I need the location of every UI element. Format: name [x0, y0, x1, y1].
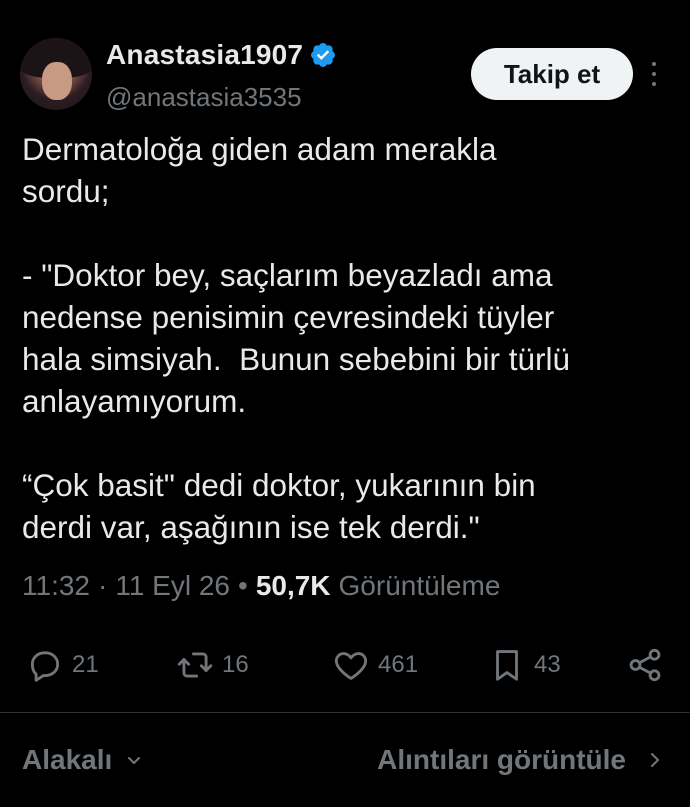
bookmark-icon [496, 650, 518, 681]
tweet-text: Dermatoloğa giden adam merakla sordu; - … [22, 131, 571, 545]
divider [0, 712, 690, 713]
meta-bullet: • [238, 570, 248, 601]
author-display-name[interactable]: Anastasia1907 [106, 39, 303, 71]
avatar-face [42, 62, 72, 100]
like-button[interactable]: 461 [332, 640, 418, 690]
author-name-row: Anastasia1907 [106, 38, 337, 72]
tweet-time[interactable]: 11:32 [22, 570, 90, 602]
view-quotes-link[interactable]: Alıntıları görüntüle [377, 744, 664, 776]
reply-button[interactable]: 21 [26, 640, 99, 690]
views-count[interactable]: 50,7K [256, 570, 331, 602]
share-button[interactable] [626, 640, 664, 690]
repost-count: 16 [222, 651, 249, 678]
repost-icon [177, 652, 213, 678]
reply-icon [30, 651, 60, 682]
sort-label: Alakalı [22, 744, 113, 775]
tweet-date[interactable]: 11 Eyl 26 [115, 570, 230, 602]
repost-button[interactable]: 16 [176, 640, 249, 690]
bookmark-button[interactable]: 43 [488, 640, 561, 690]
heart-icon [334, 652, 368, 680]
meta-separator: · [98, 570, 108, 601]
verified-badge-icon [311, 43, 336, 67]
follow-button[interactable]: Takip et [471, 48, 633, 100]
sort-selector[interactable]: Alakalı [22, 744, 144, 776]
tweet-meta: 11:32 · 11 Eyl 26 • 50,7K Görüntüleme [22, 570, 500, 602]
like-count: 461 [378, 651, 419, 678]
bookmark-count: 43 [534, 651, 561, 678]
author-handle[interactable]: @anastasia3535 [106, 82, 302, 113]
view-quotes-label: Alıntıları görüntüle [377, 744, 626, 775]
avatar[interactable] [20, 38, 92, 110]
reply-count: 21 [72, 651, 99, 678]
action-bar: 21 16 461 43 [0, 640, 690, 690]
chevron-down-icon [128, 757, 141, 764]
share-icon [629, 648, 661, 682]
more-icon[interactable] [644, 58, 664, 90]
chevron-right-icon [651, 753, 659, 767]
views-label[interactable]: Görüntüleme [339, 570, 501, 602]
